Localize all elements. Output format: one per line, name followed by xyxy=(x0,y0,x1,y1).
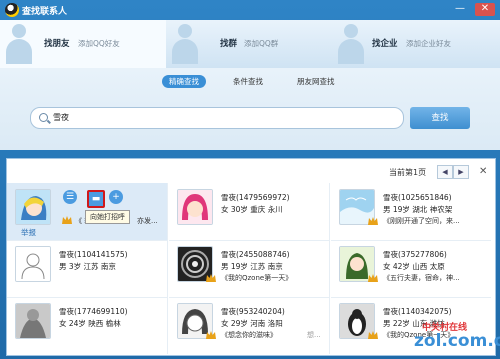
contact-name[interactable]: 雪夜(375277806) xyxy=(383,249,447,260)
mode-tab-condition[interactable]: 条件查找 xyxy=(226,75,270,88)
contact-info: 女 30岁 重庆 永川 xyxy=(221,205,283,214)
crown-icon xyxy=(368,331,378,339)
result-card[interactable]: 雪夜(1025651846) 男 19岁 湖北 神农架 《刚刚开通了空间，来..… xyxy=(331,183,491,241)
close-results-button[interactable]: ✕ xyxy=(479,166,487,177)
prev-page-button[interactable]: ◀ xyxy=(437,165,453,179)
list-icon[interactable]: ☰ xyxy=(63,190,77,204)
title-bar: 查找联系人 — ✕ xyxy=(0,0,500,20)
contact-info: 女 42岁 山西 太原 xyxy=(383,262,445,271)
window-title: 查找联系人 xyxy=(22,7,68,17)
contact-info: 男 19岁 湖北 神农架 xyxy=(383,205,453,214)
find-contacts-window: 查找联系人 — ✕ 找朋友 添加QQ好友 找群 添加QQ群 找企业 添加企业好友… xyxy=(0,0,500,359)
crown-icon xyxy=(206,331,216,339)
enterprise-icon xyxy=(338,24,364,64)
search-button[interactable]: 查找 xyxy=(410,107,470,129)
contact-name[interactable]: 雪夜(953240204) xyxy=(221,306,285,317)
feed-entry[interactable]: 《五行夫妻，宿命，神... xyxy=(383,273,460,283)
mode-tab-pengyou[interactable]: 朋友网查找 xyxy=(290,75,342,88)
mode-tab-exact[interactable]: 精确查找 xyxy=(162,75,206,88)
search-icon xyxy=(39,113,48,122)
feed-entry[interactable]: 《想念你的滋味》 xyxy=(221,330,277,340)
watermark-bottom: zol.com.cn xyxy=(414,331,500,351)
result-card[interactable]: 举报 ☰ ▬ + 《 转 亦发... 向她打招呼 xyxy=(7,183,168,241)
crown-icon xyxy=(206,274,216,282)
avatar[interactable] xyxy=(177,189,213,225)
contact-name[interactable]: 雪夜(1774699110) xyxy=(59,306,128,317)
contact-name[interactable]: 雪夜(1104141575) xyxy=(59,249,128,260)
tab-sublabel: 添加QQ群 xyxy=(244,39,279,48)
add-friend-icon[interactable]: + xyxy=(109,190,123,204)
tab-label: 找企业 xyxy=(372,39,398,49)
tab-sublabel: 添加企业好友 xyxy=(406,39,451,48)
category-tabs: 找朋友 添加QQ好友 找群 添加QQ群 找企业 添加企业好友 xyxy=(0,20,500,69)
feed-tail: 想... xyxy=(307,331,321,339)
avatar[interactable] xyxy=(15,189,51,225)
crown-icon xyxy=(368,274,378,282)
page-indicator: 当前第1页 xyxy=(389,168,427,177)
close-button[interactable]: ✕ xyxy=(475,3,495,16)
search-panel: 精确查找 条件查找 朋友网查找 雪夜 查找 xyxy=(0,68,500,150)
tab-find-enterprise[interactable]: 找企业 添加企业好友 xyxy=(332,20,500,68)
result-card[interactable]: 雪夜(1104141575) 男 3岁 江苏 南京 xyxy=(7,240,168,298)
result-card[interactable]: 雪夜(1774699110) 女 24岁 陕西 榆林 xyxy=(7,297,168,354)
contact-info: 女 24岁 陕西 榆林 xyxy=(59,319,121,328)
contact-name[interactable]: 雪夜(2455088746) xyxy=(221,249,290,260)
search-value: 雪夜 xyxy=(53,113,69,122)
chat-bubble-icon[interactable]: ▬ xyxy=(87,190,105,208)
qq-penguin-icon xyxy=(5,3,19,17)
watermark-logo: 中关村在线 zol.com.cn xyxy=(412,320,500,356)
tooltip: 向她打招呼 xyxy=(85,210,130,224)
contact-info: 男 19岁 江苏 南京 xyxy=(221,262,283,271)
crown-icon xyxy=(368,217,378,225)
group-icon xyxy=(172,24,198,64)
result-card[interactable]: 雪夜(1479569972) 女 30岁 重庆 永川 xyxy=(169,183,330,241)
feed-entry[interactable]: 《刚刚开通了空间，来... xyxy=(383,216,460,226)
tab-find-group[interactable]: 找群 添加QQ群 xyxy=(166,20,332,68)
crown-icon xyxy=(62,216,72,224)
feed-tail: 亦发... xyxy=(137,217,158,225)
tab-label: 找群 xyxy=(220,39,238,49)
avatar[interactable] xyxy=(15,303,51,339)
result-card[interactable]: 雪夜(375277806) 女 42岁 山西 太原 《五行夫妻，宿命，神... xyxy=(331,240,491,298)
next-page-button[interactable]: ▶ xyxy=(453,165,469,179)
feed-entry[interactable]: 《我的Qzone第一天》 xyxy=(221,273,292,283)
minimize-button[interactable]: — xyxy=(453,3,467,16)
contact-info: 男 3岁 江苏 南京 xyxy=(59,262,116,271)
result-card[interactable]: 雪夜(953240204) 女 29岁 河南 洛阳 《想念你的滋味》 想... xyxy=(169,297,330,354)
search-input[interactable]: 雪夜 xyxy=(30,107,404,129)
tab-sublabel: 添加QQ好友 xyxy=(78,39,120,48)
contact-name[interactable]: 雪夜(1025651846) xyxy=(383,192,452,203)
tab-label: 找朋友 xyxy=(44,39,70,49)
contact-name[interactable]: 雪夜(1479569972) xyxy=(221,192,290,203)
avatar[interactable] xyxy=(15,246,51,282)
report-link[interactable]: 举报 xyxy=(21,227,36,238)
tab-find-friends[interactable]: 找朋友 添加QQ好友 xyxy=(0,20,166,68)
contact-name[interactable]: 雪夜(1140342075) xyxy=(383,306,452,317)
result-card[interactable]: 雪夜(2455088746) 男 19岁 江苏 南京 《我的Qzone第一天》 xyxy=(169,240,330,298)
contact-info: 女 29岁 河南 洛阳 xyxy=(221,319,283,328)
person-icon xyxy=(6,24,32,64)
